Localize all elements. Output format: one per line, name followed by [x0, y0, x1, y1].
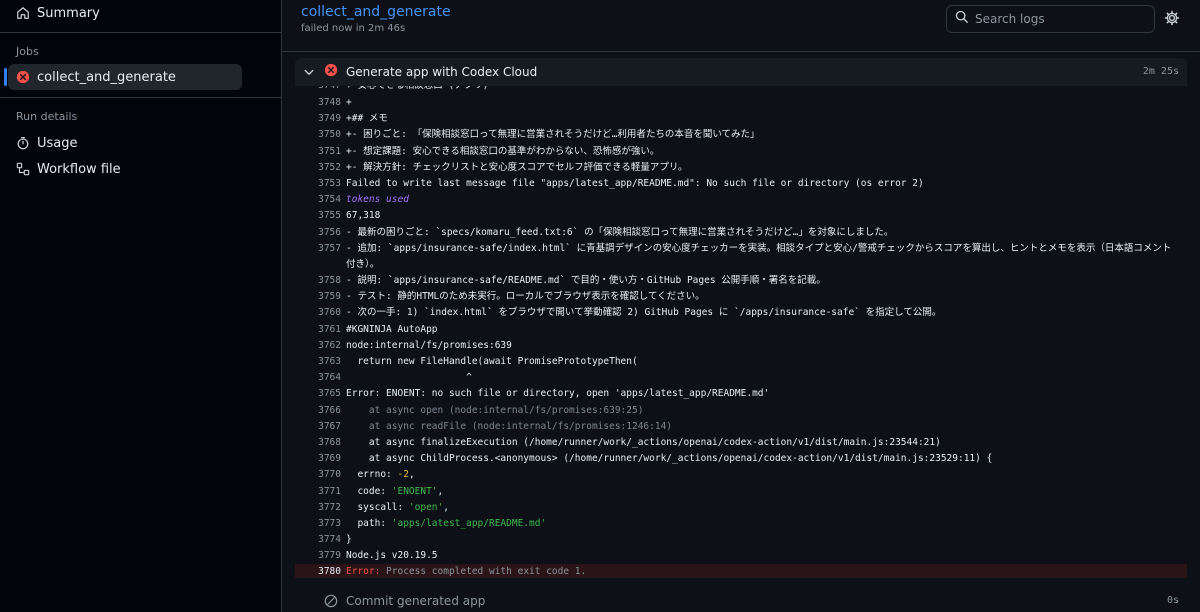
search-icon	[955, 10, 969, 28]
log-line: 3770 errno: -2,	[318, 469, 415, 481]
sidebar-item-summary[interactable]: Summary	[8, 0, 242, 26]
log-line: 3747+ 安心できる相談窓口 (アプリ)	[295, 86, 1187, 95]
log-line-error: 3780 Error: Process completed with exit c…	[295, 564, 1187, 578]
log-line: 3766 at async open (node:internal/fs/pro…	[318, 404, 644, 416]
sidebar-item-workflow-file[interactable]: Workflow file	[8, 156, 242, 182]
job-status: failed now in 2m 46s	[301, 23, 406, 34]
stopwatch-icon	[16, 136, 30, 150]
log-line: 3748 +	[318, 97, 352, 108]
log-line: 3762 node:internal/fs/promises:639	[318, 339, 512, 351]
log-line: 3772 syscall: 'open',	[318, 501, 449, 513]
step-header[interactable]: Generate app with Codex Cloud 2m 25s	[295, 58, 1187, 86]
next-step-duration: 0s	[1166, 595, 1179, 606]
job-header: collect_and_generate failed now in 2m 46…	[282, 0, 1200, 52]
step-duration: 2m 25s	[1142, 66, 1179, 77]
x-circle-icon	[16, 70, 30, 84]
log-line: 3767 at async readFile (node:internal/fs…	[318, 420, 673, 432]
search-input[interactable]	[975, 12, 1145, 26]
home-icon	[16, 6, 30, 20]
log-line: 3757- 追加: `apps/insurance-safe/index.htm…	[318, 242, 1172, 270]
next-step-header[interactable]: Commit generated app 0s	[295, 590, 1187, 612]
log-line: 3755 67,318	[318, 210, 381, 222]
workflow-icon	[16, 162, 30, 176]
log-line: 3768 at async finalizeExecution (/home/r…	[318, 436, 941, 448]
sidebar-divider	[0, 97, 281, 98]
log-line: 3771 code: 'ENOENT',	[318, 485, 444, 497]
x-circle-icon	[324, 63, 338, 81]
sidebar-item-job[interactable]: collect_and_generate	[4, 64, 242, 90]
page-title[interactable]: collect_and_generate	[301, 4, 451, 20]
chevron-down-icon[interactable]	[303, 66, 315, 78]
log-line: 3752 +- 解決方針: チェックリストと安心度スコアでセルフ評価できる軽量アプ…	[318, 161, 688, 173]
log-line: 3779 Node.js v20.19.5	[318, 550, 438, 562]
log-line: 3750 +- 困りごと: 「保険相談窓口って無理に営業されそうだけど…利用者たち…	[318, 129, 760, 141]
sidebar-item-label: Usage	[37, 135, 78, 151]
skipped-icon	[324, 594, 338, 608]
sidebar-divider	[0, 32, 281, 33]
log-line: 3754 tokens used	[318, 194, 409, 206]
log-line: 3753 Failed to write last message file "a…	[318, 177, 924, 189]
log-line: 3758- 説明: `apps/insurance-safe/README.md…	[318, 275, 826, 287]
log-line: 3761 #KGNINJA AutoApp	[318, 323, 438, 335]
sidebar: Summary Jobs collect_and_generate Run de…	[0, 0, 282, 612]
log-output: 3747+ 安心できる相談窓口 (アプリ) 3748+ 3749+## メモ 3…	[295, 86, 1187, 578]
sidebar-item-label: Workflow file	[37, 161, 121, 177]
log-line: 3773 path: 'apps/latest_app/README.md'	[318, 517, 547, 529]
sidebar-item-label: collect_and_generate	[37, 69, 176, 85]
log-line: 3751 +- 想定課題: 安心できる相談窓口の基準がわからない、恐怖感が強い。	[318, 145, 660, 157]
log-line: 3760- 次の一手: 1) `index.html` をブラウザで開いて挙動確…	[318, 307, 942, 319]
log-line: 3763 return new FileHandle(await Promise…	[318, 356, 638, 368]
sidebar-item-usage[interactable]: Usage	[8, 130, 242, 156]
run-details-heading: Run details	[16, 110, 78, 123]
log-line: 3749 +## メモ	[318, 113, 388, 125]
log-line: 3764 ^	[318, 372, 472, 384]
log-line: 3756- 最新の困りごと: `specs/komaru_feed.txt:6`…	[318, 226, 894, 238]
log-line: 3774}	[318, 534, 352, 546]
log-line: 3759- テスト: 静的HTMLのため未実行。ローカルでブラウザ表示を確認して…	[318, 291, 705, 303]
search-box[interactable]	[946, 5, 1155, 33]
next-step-title: Commit generated app	[346, 594, 486, 608]
step-title: Generate app with Codex Cloud	[346, 65, 538, 79]
gear-icon[interactable]	[1164, 10, 1180, 26]
jobs-heading: Jobs	[16, 45, 39, 58]
sidebar-item-label: Summary	[37, 5, 100, 21]
log-line: 3769 at async ChildProcess.<anonymous> (…	[318, 453, 993, 465]
log-line: 3765 Error: ENOENT: no such file or direc…	[318, 388, 770, 400]
